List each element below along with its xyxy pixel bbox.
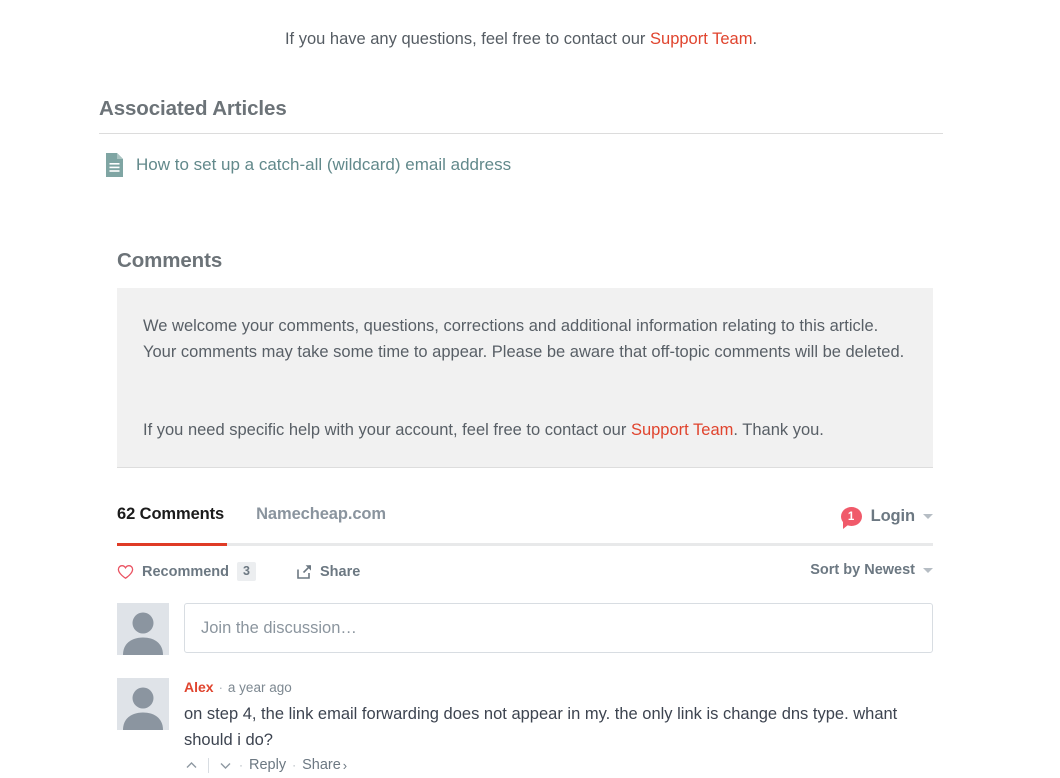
controls-separator-2: · <box>292 758 297 772</box>
downvote-icon[interactable] <box>218 758 233 773</box>
recommend-count: 3 <box>237 562 256 581</box>
notice-paragraph-1: We welcome your comments, questions, cor… <box>143 317 905 361</box>
comment-text: on step 4, the link email forwarding doe… <box>184 705 898 749</box>
recommend-button[interactable]: Recommend 3 <box>117 562 256 581</box>
notice-text-before: If you need specific help with your acco… <box>143 421 631 439</box>
contact-text-after: . <box>752 30 758 48</box>
tab-comments-count[interactable]: 62 Comments <box>117 505 224 524</box>
share-icon <box>296 564 312 580</box>
support-team-link[interactable]: Support Team <box>650 30 752 48</box>
share-label: Share <box>319 563 361 580</box>
compose-row <box>117 603 933 655</box>
comment-header: Alex · a year ago <box>184 678 933 697</box>
sort-label: Sort by Newest <box>810 562 915 578</box>
comment-author[interactable]: Alex <box>184 678 214 696</box>
comments-heading: Comments <box>117 249 223 272</box>
associated-article-item[interactable]: How to set up a catch-all (wildcard) ema… <box>104 152 511 178</box>
chevron-down-icon <box>923 567 933 573</box>
upvote-icon[interactable] <box>184 758 199 773</box>
notice-paragraph-2: If you need specific help with your acco… <box>143 418 913 444</box>
recommend-label: Recommend <box>142 563 230 580</box>
heart-icon <box>117 564 134 580</box>
chevron-down-icon <box>923 514 933 519</box>
share-button[interactable]: Share <box>296 564 360 580</box>
contact-text-before: If you have any questions, feel free to … <box>284 30 651 48</box>
controls-separator-1: · <box>239 758 243 772</box>
comment-body: Alex · a year ago on step 4, the link em… <box>184 678 933 773</box>
comment-avatar <box>117 678 169 730</box>
chevron-right-icon: › <box>342 757 348 773</box>
associated-articles-divider <box>99 133 943 134</box>
comment-input[interactable] <box>184 603 933 653</box>
notification-badge: 1 <box>840 507 862 529</box>
disqus-tab-rule <box>117 543 933 546</box>
avatar <box>117 603 169 655</box>
document-icon <box>104 152 126 178</box>
tab-site-name[interactable]: Namecheap.com <box>256 505 386 524</box>
disqus-tabs: 62 Comments Namecheap.com <box>117 505 386 524</box>
comment-timestamp: a year ago <box>227 680 292 695</box>
associated-article-link[interactable]: How to set up a catch-all (wildcard) ema… <box>136 152 511 178</box>
notice-support-team-link[interactable]: Support Team <box>631 421 733 439</box>
login-label: Login <box>870 507 916 525</box>
contact-line: If you have any questions, feel free to … <box>99 26 943 52</box>
disqus-widget: 62 Comments Namecheap.com 1 Login Recomm… <box>117 505 933 773</box>
associated-articles-heading: Associated Articles <box>99 97 287 120</box>
sort-dropdown[interactable]: Sort by Newest <box>810 562 933 578</box>
comment-separator: · <box>218 680 223 695</box>
login-button[interactable]: 1 Login <box>840 507 933 529</box>
disqus-tab-active-indicator <box>117 543 227 546</box>
disqus-actions: Recommend 3 Share <box>117 562 360 581</box>
vote-divider <box>208 757 209 773</box>
comments-notice-box: We welcome your comments, questions, cor… <box>117 288 933 468</box>
comment-item: Alex · a year ago on step 4, the link em… <box>117 678 933 773</box>
notice-text-after: . Thank you. <box>733 421 824 439</box>
